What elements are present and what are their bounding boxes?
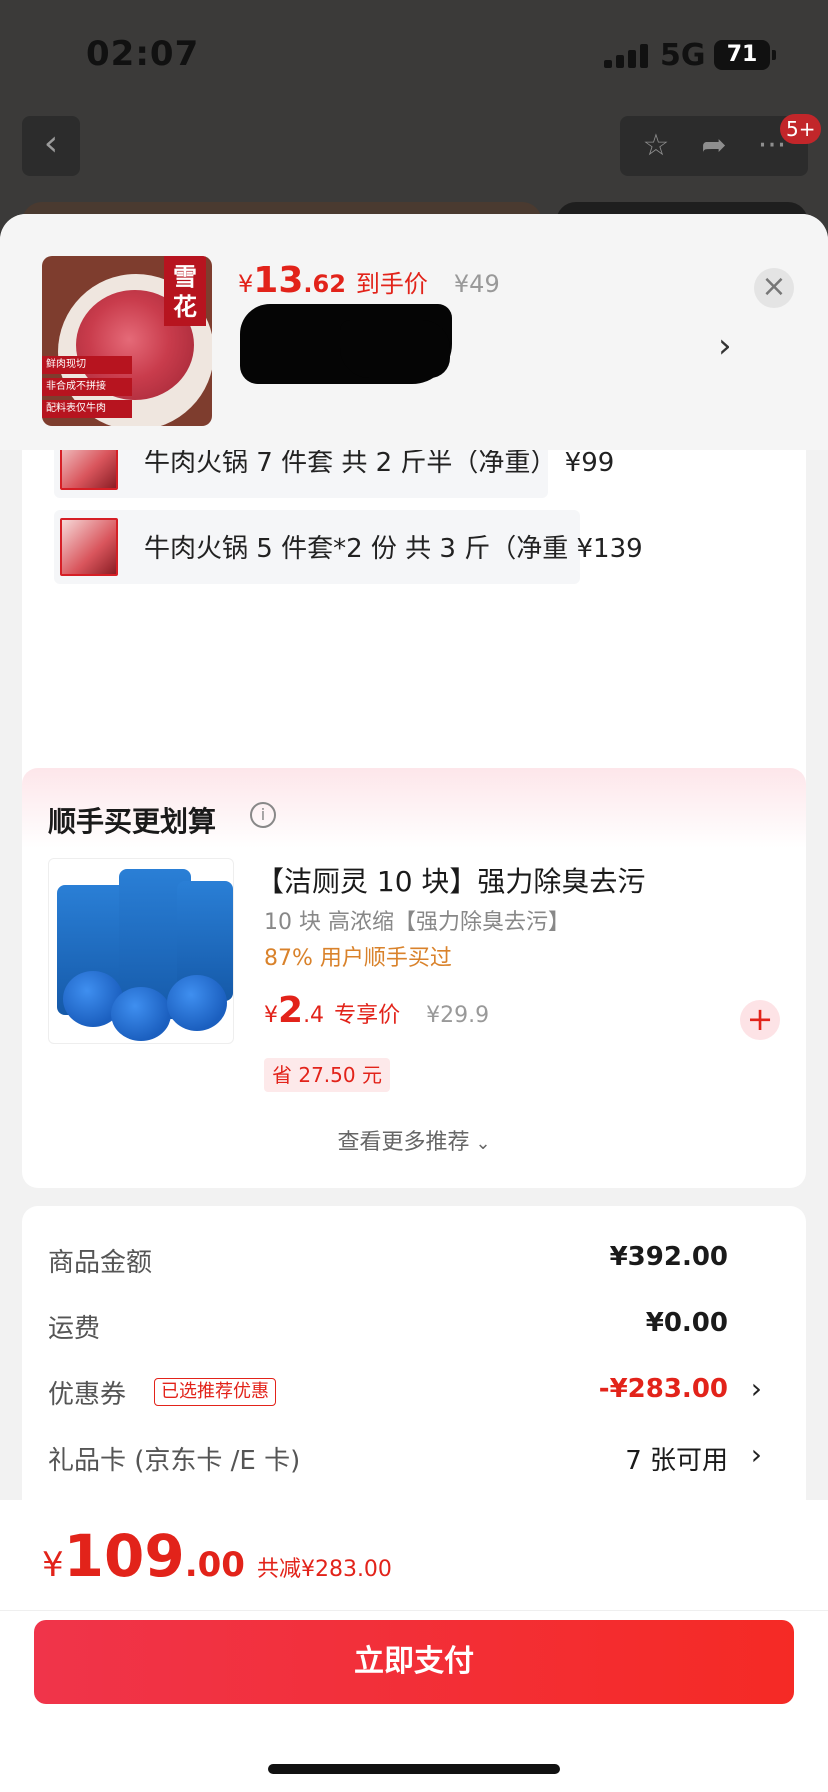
- final-price: ¥13.62 到手价 ¥49: [238, 260, 500, 301]
- chevron-right-icon[interactable]: ›: [751, 1372, 762, 1405]
- bundle-product-spec: 10 块 高浓缩【强力除臭去污】: [264, 910, 570, 935]
- total-decimal: .00: [184, 1545, 245, 1585]
- shipping-value: ¥0.00: [645, 1308, 728, 1338]
- bottom-pay-bar: ¥109.00 共减¥283.00 立即支付: [0, 1500, 828, 1792]
- coupon-row[interactable]: 优惠券 已选推荐优惠 -¥283.00 ›: [48, 1372, 788, 1414]
- status-bar: 02:07 5G 71: [0, 0, 828, 110]
- bundle-title: 顺手买更划算: [48, 805, 217, 838]
- thumb-tags: 鲜肉现切 非合成不拼接 配料表仅牛肉: [42, 356, 132, 422]
- bundle-card: 顺手买更划算 i 【洁厕灵 10 块】强力除臭去污 10 块 高浓缩【强力除臭去…: [22, 768, 806, 1188]
- spec-option-2[interactable]: 牛肉火锅 5 件套*2 份 共 3 斤（净重 ¥139: [54, 510, 643, 584]
- puck-shape: [167, 975, 227, 1031]
- thumb-tag: 鲜肉现切: [42, 356, 132, 374]
- info-icon[interactable]: i: [250, 802, 276, 828]
- gift-card-label: 礼品卡 (京东卡 /E 卡): [48, 1446, 301, 1476]
- puck-shape: [111, 987, 171, 1041]
- product-image: 雪花 鲜肉现切 非合成不拼接 配料表仅牛肉: [42, 256, 212, 426]
- network-type: 5G: [660, 38, 706, 73]
- status-time: 02:07: [86, 34, 200, 74]
- shipping-row: 运费 ¥0.00: [48, 1308, 788, 1348]
- home-indicator: [268, 1764, 560, 1774]
- gift-card-row[interactable]: 礼品卡 (京东卡 /E 卡) 7 张可用 ›: [48, 1438, 788, 1480]
- battery-icon: 71: [714, 40, 770, 70]
- coupon-value: -¥283.00: [598, 1374, 728, 1404]
- original-price: ¥29.9: [426, 1003, 490, 1028]
- price-integer: 13: [253, 260, 304, 301]
- gift-card-value: 7 张可用: [625, 1446, 728, 1476]
- chevron-right-icon[interactable]: ›: [751, 1438, 762, 1471]
- share-icon[interactable]: ➦: [686, 124, 742, 168]
- see-more-label: 查看更多推荐: [337, 1130, 470, 1155]
- chevron-right-icon[interactable]: ›: [718, 326, 732, 366]
- total-integer: 109: [63, 1522, 185, 1590]
- star-icon[interactable]: ☆: [628, 124, 684, 168]
- goods-amount-value: ¥392.00: [609, 1242, 728, 1272]
- total-price: ¥109.00 共减¥283.00: [42, 1522, 392, 1590]
- total-discount: 共减¥283.00: [256, 1557, 392, 1582]
- thumb-tag: 非合成不拼接: [42, 378, 132, 396]
- price-label: 到手价: [355, 270, 428, 298]
- close-icon[interactable]: ×: [754, 268, 794, 308]
- shipping-label: 运费: [48, 1314, 101, 1344]
- see-more-recommendations[interactable]: 查看更多推荐 ⌄: [22, 1124, 806, 1156]
- spec-label: 牛肉火锅 5 件套*2 份 共 3 斤（净重 ¥139: [144, 534, 643, 564]
- original-price: ¥49: [453, 270, 500, 298]
- coupon-selected-tag: 已选推荐优惠: [154, 1378, 276, 1406]
- price-decimal: .62: [303, 270, 346, 298]
- product-header: 雪花 鲜肉现切 非合成不拼接 配料表仅牛肉 ¥13.62 到手价 ¥49 › ×: [0, 214, 828, 450]
- divider: [0, 1610, 828, 1611]
- price-label: 专享价: [334, 1003, 401, 1028]
- checkout-screen: 02:07 5G 71 ‹ ☆ ➦ ··· 5+ 雪花 鲜肉现切 非合成不拼接 …: [0, 0, 828, 1792]
- coupon-label: 优惠券: [48, 1380, 127, 1410]
- brand-logo: 雪花: [164, 256, 206, 326]
- back-icon[interactable]: ‹: [22, 116, 80, 176]
- signal-icon: [604, 44, 648, 68]
- message-badge: 5+: [780, 114, 822, 144]
- total-currency: ¥: [42, 1545, 64, 1585]
- price-currency: ¥: [264, 1003, 278, 1028]
- goods-amount-label: 商品金额: [48, 1248, 153, 1278]
- price-currency: ¥: [238, 270, 254, 298]
- thumb-tag: 配料表仅牛肉: [42, 400, 132, 418]
- savings-tag: 省 27.50 元: [264, 1058, 390, 1092]
- pay-now-button[interactable]: 立即支付: [34, 1620, 794, 1704]
- chevron-down-icon: ⌄: [475, 1133, 491, 1154]
- spec-thumb: [60, 518, 118, 576]
- bundle-product-name[interactable]: 【洁厕灵 10 块】强力除臭去污: [256, 860, 645, 900]
- price-decimal: .4: [303, 1003, 325, 1028]
- price-integer: 2: [278, 990, 304, 1031]
- bundle-price: ¥2.4 专享价 ¥29.9: [264, 990, 489, 1031]
- plus-icon[interactable]: +: [740, 1000, 780, 1040]
- bundle-buy-rate: 87% 用户顺手买过: [264, 946, 452, 971]
- goods-amount-row: 商品金额 ¥392.00: [48, 1242, 788, 1282]
- redacted-title-2: [340, 320, 450, 378]
- bundle-product-image[interactable]: [48, 858, 234, 1044]
- battery-tip: [772, 50, 776, 60]
